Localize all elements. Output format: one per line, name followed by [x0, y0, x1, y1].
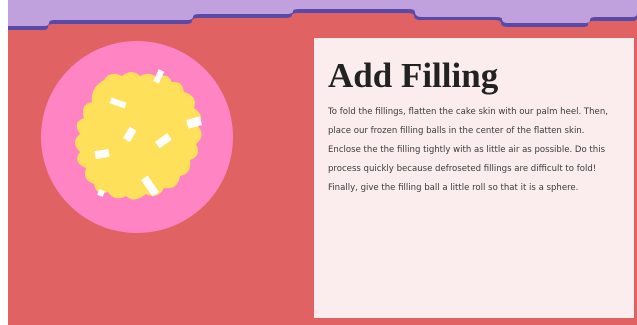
step-title: Add Filling: [328, 56, 499, 95]
slide-canvas: Add Filling To fold the fillings, flatte…: [8, 0, 637, 325]
step-description: To fold the fillings, flatten the cake s…: [328, 107, 608, 193]
top-wave-decoration: [8, 0, 637, 30]
step-card: Add Filling To fold the fillings, flatte…: [314, 38, 634, 318]
filling-illustration: [41, 41, 233, 233]
